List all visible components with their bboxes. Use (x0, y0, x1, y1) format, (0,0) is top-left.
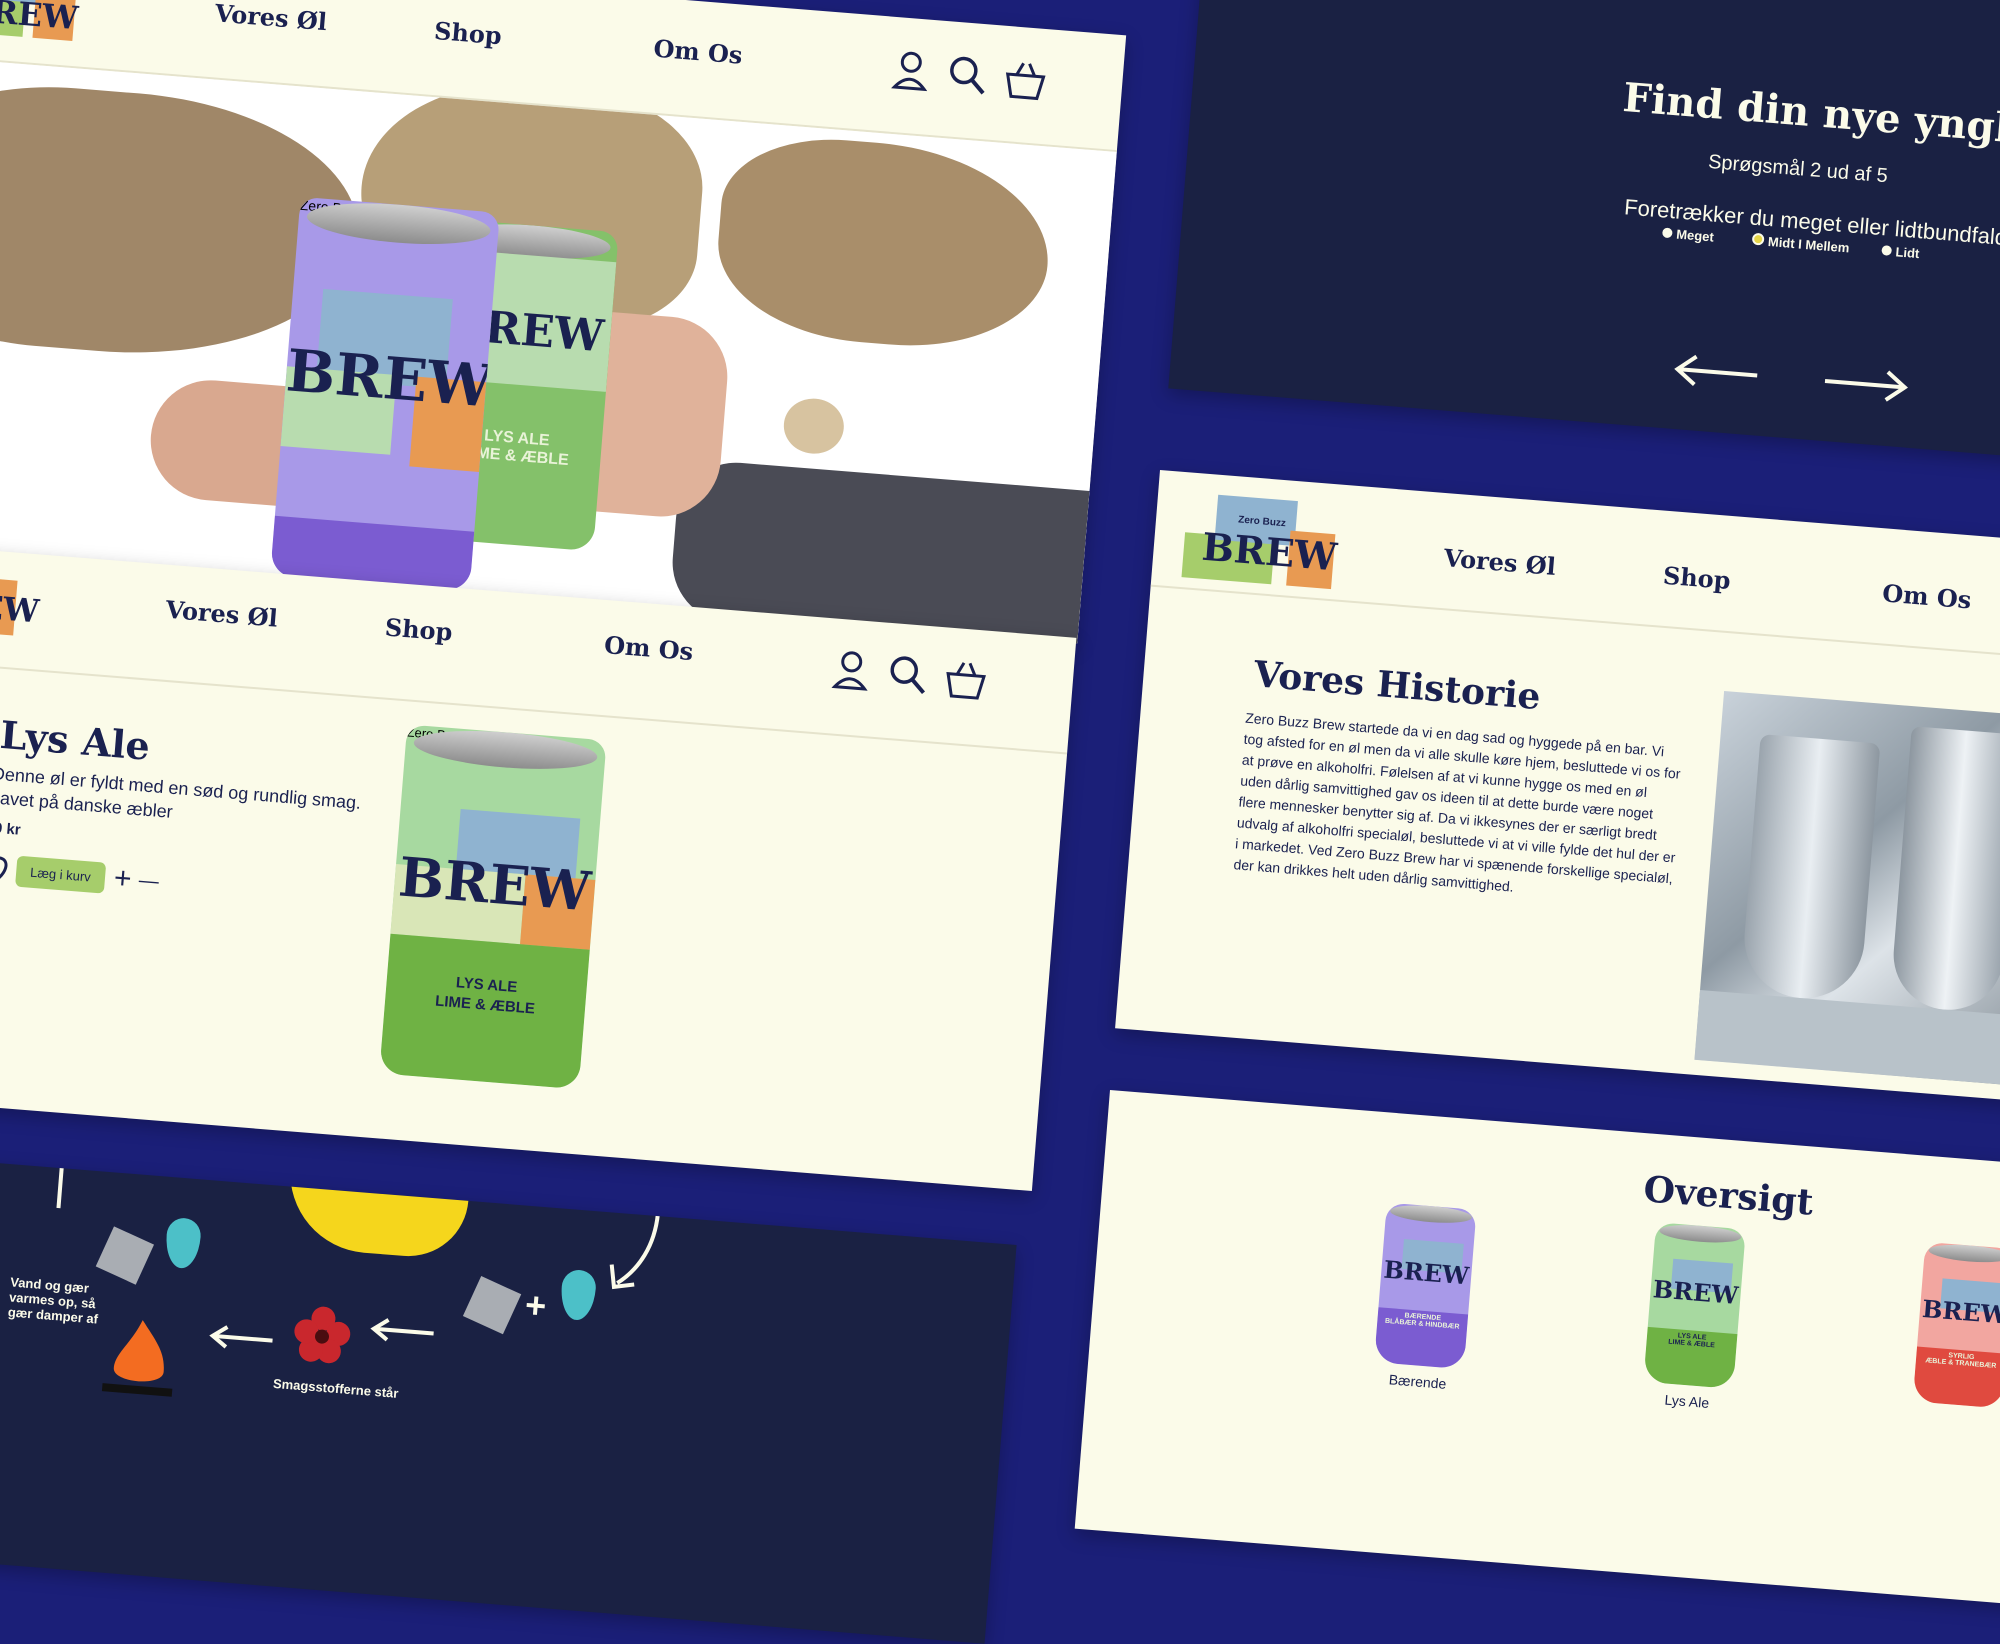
brewery-tank (1739, 734, 1881, 1003)
quantity-minus-button[interactable]: — (138, 869, 160, 894)
product-title: Lys Ale (0, 711, 152, 769)
basket-icon[interactable] (1003, 58, 1048, 101)
product-can: Zero Buzz BREW LYS ALE LIME & ÆBLE (379, 724, 607, 1090)
nav-om-os[interactable]: Om Os (603, 630, 694, 666)
brand-logo[interactable]: BREW (0, 565, 41, 641)
quiz-option-meget[interactable]: Meget (1661, 225, 1714, 245)
plus-icon: + (523, 1283, 548, 1327)
overview-screen: Oversigt BREW BÆRENDE BLÅBÆR & HINDBÆR B… (1074, 1090, 2000, 1606)
arrow-right-icon[interactable] (1819, 361, 1912, 408)
nav-shop[interactable]: Shop (1662, 561, 1732, 595)
history-nav: Zero Buzz BREW Vores Øl Shop Om Os (1150, 470, 2000, 661)
arrow-left-icon[interactable] (1670, 349, 1763, 396)
water-drop-icon (164, 1216, 202, 1270)
nav-vores-ol[interactable]: Vores Øl (165, 595, 279, 633)
step2-text: Smagsstofferne står (272, 1375, 400, 1401)
radio-selected-icon[interactable] (1751, 232, 1765, 246)
product-name: Bærende (1388, 1371, 1447, 1392)
history-screen: Zero Buzz BREW Vores Øl Shop Om Os Vores… (1115, 470, 2000, 1102)
search-icon[interactable] (946, 53, 989, 96)
overview-title: Oversigt (1642, 1168, 1815, 1224)
brewery-tank (1889, 726, 2000, 1015)
history-title: Vores Historie (1252, 653, 1543, 719)
radio-icon[interactable] (1881, 245, 1893, 256)
arrow-left-icon (209, 1325, 273, 1349)
add-to-cart-button[interactable]: Læg i kurv (15, 855, 106, 894)
product-screen: BREW Vores Øl Shop Om Os Lys Ale Denne ø… (0, 548, 1077, 1192)
bottle-shape (284, 1160, 471, 1261)
product-can-syrlig[interactable]: BREW SYRLIG ÆBLE & TRANEBÆR (1912, 1241, 2000, 1409)
heart-icon[interactable] (0, 852, 12, 887)
nav-vores-ol[interactable]: Vores Øl (1443, 543, 1557, 581)
step1-text: Vand og gær varmes op, så gær damper af (7, 1274, 99, 1327)
quantity-plus-button[interactable]: + (113, 861, 133, 896)
water-drop-icon (559, 1268, 598, 1322)
basket-icon[interactable] (943, 657, 988, 700)
product-price: 30 kr (0, 818, 22, 839)
bottle-cap (319, 1160, 412, 1187)
sugar-cube-icon (95, 1226, 155, 1285)
quiz-option-lidt[interactable]: Lidt (1881, 243, 1920, 261)
history-body: Zero Buzz Brew startede da vi en dag sad… (1232, 709, 1682, 895)
product-card[interactable]: BREW LYS ALE LIME & ÆBLE Lys Ale (1630, 1221, 1756, 1429)
flower-icon (294, 1306, 351, 1364)
product-card[interactable]: BREW SYRLIG ÆBLE & TRANEBÆR (1899, 1241, 2000, 1449)
process-arc (56, 1160, 67, 1209)
brewery-photo (1694, 690, 2000, 1088)
quiz-screen: Find din nye ynglings øl Sprøgsmål 2 ud … (1168, 0, 2000, 461)
product-can-lys-ale[interactable]: BREW LYS ALE LIME & ÆBLE (1643, 1222, 1746, 1389)
search-icon[interactable] (886, 653, 929, 696)
nav-shop[interactable]: Shop (384, 612, 454, 646)
nav-om-os[interactable]: Om Os (1881, 578, 1972, 614)
brand-logo[interactable]: BREW (0, 0, 80, 41)
sugar-cube-icon (462, 1275, 522, 1335)
product-card[interactable]: BREW BÆRENDE BLÅBÆR & HINDBÆR Bærende (1361, 1202, 1487, 1410)
hero-can-purple: Zero Buzz BREW (270, 196, 500, 592)
quiz-progress: Sprøgsmål 2 ud af 5 (1707, 150, 1889, 188)
hero-image: BREW LYS ALE LIME & ÆBLE Zero Buzz BREW (0, 56, 1117, 644)
product-can-baerende[interactable]: BREW BÆRENDE BLÅBÆR & HINDBÆR (1374, 1202, 1477, 1370)
nav-vores-ol[interactable]: Vores Øl (214, 0, 328, 36)
brand-logo[interactable]: Zero Buzz BREW (1181, 492, 1339, 590)
product-name: Lys Ale (1664, 1391, 1710, 1412)
user-icon[interactable] (831, 648, 871, 691)
fire-icon (101, 1320, 173, 1397)
arrow-left-icon (370, 1318, 434, 1342)
hero-screen: BREW Vores Øl Shop Om Os BREW LYS ALE LI… (0, 0, 1127, 644)
radio-icon[interactable] (1661, 227, 1673, 239)
user-icon[interactable] (891, 49, 930, 92)
quiz-title: Find din nye ynglings øl (1621, 73, 2000, 164)
nav-shop[interactable]: Shop (433, 16, 503, 50)
hero-blob (781, 396, 846, 456)
nav-om-os[interactable]: Om Os (652, 34, 743, 70)
curved-arrow-icon (609, 1210, 661, 1290)
hero-blob (711, 130, 1057, 357)
process-screen: Vand og gær varmes op, så gær damper af … (0, 1160, 1017, 1644)
